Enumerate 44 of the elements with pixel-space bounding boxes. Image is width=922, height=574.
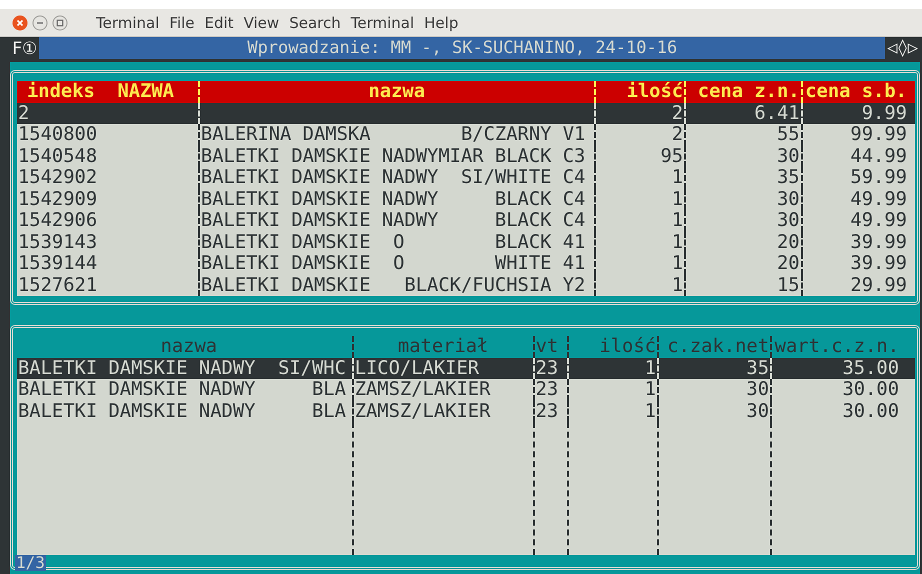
menu-item[interactable]: Search xyxy=(289,14,341,32)
table-row[interactable]: 1540800 BALERINA DAMSKA B/CZARNY V1 2 55 99.99 xyxy=(17,124,915,146)
column-header: indeks NAZWA xyxy=(26,81,175,102)
column-header: nazwa xyxy=(160,336,218,358)
menu-item[interactable]: View xyxy=(244,14,280,32)
table-cell-text: BALETKI DAMSKIE NADWY SI/WHC xyxy=(17,358,347,379)
maximize-icon[interactable] xyxy=(52,14,68,30)
menu-item[interactable]: Edit xyxy=(204,14,234,32)
table-row[interactable]: 1542909 BALETKI DAMSKIE NADWY BLACK C4 1 30 49.99 xyxy=(17,188,915,210)
table-cell: 15 xyxy=(684,274,801,296)
table-row[interactable]: 1542902 BALETKI DAMSKIE NADWY SI/WHITE C4 1 35 59.99 xyxy=(17,167,915,188)
table-cell-text: 1539144 xyxy=(17,253,98,274)
scroll-arrows-label: ◁◊▷ xyxy=(885,37,920,59)
table-cell-text: 1542906 xyxy=(17,210,98,232)
page-indicator: 1/3 xyxy=(15,555,46,571)
table-cell-text: BALETKI DAMSKIE NADWY BLA xyxy=(17,379,347,400)
menu-item[interactable]: Terminal xyxy=(96,14,160,32)
minimize-icon[interactable] xyxy=(32,14,48,30)
table-cell-text: 2 xyxy=(17,102,30,124)
table-row[interactable]: 1539143 BALETKI DAMSKIE O BLACK 41 1 20 39.99 xyxy=(17,232,915,253)
table-cell-text: BALETKI DAMSKIE NADWY BLA xyxy=(17,400,347,422)
function-key-label: F① xyxy=(10,37,40,59)
table-row[interactable]: BALETKI DAMSKIE NADWY BLA ZAMSZ/LAKIER 23 1 30 30.00 xyxy=(17,379,915,400)
table-cell: 29.99 xyxy=(800,274,908,296)
menu-item[interactable]: Terminal xyxy=(350,14,414,32)
table-cell-text: 1542909 xyxy=(17,188,98,210)
table-row[interactable]: 1542906 BALETKI DAMSKIE NADWY BLACK C4 1 30 49.99 xyxy=(17,210,915,232)
table-cell-text: 1540800 xyxy=(17,124,98,146)
table-row[interactable]: 1540548 BALETKI DAMSKIE NADWYMIAR BLACK C3 95 30 44.99 xyxy=(17,146,915,167)
screen-title: Wprowadzanie: MM -, SK-SUCHANINO, 24-10-16 xyxy=(246,38,678,58)
table-cell-text: 1540548 xyxy=(17,146,98,167)
table-row[interactable]: 1539144 BALETKI DAMSKIE O WHITE 41 1 20 39.99 xyxy=(17,253,915,274)
table-row[interactable]: 1527621 BALETKI DAMSKIE BLACK/FUCHSIA Y2 1 15 29.99 xyxy=(17,274,915,296)
table-cell-text: 1542902 xyxy=(17,167,98,188)
close-icon[interactable] xyxy=(12,14,28,30)
table-cell: BALETKI DAMSKIE BLACK/FUCHSIA Y2 xyxy=(198,274,594,296)
menu-item[interactable]: File xyxy=(169,14,195,32)
table-row[interactable]: BALETKI DAMSKIE NADWY SI/WHC LICO/LAKIER 23 1 35 35.00 xyxy=(17,358,915,379)
table-cell-text: 1527621 xyxy=(17,274,98,296)
table-cell-text: 1539143 xyxy=(17,232,98,253)
table-row[interactable]: 2 2 6.41 9.99 xyxy=(17,102,915,124)
menu-item[interactable]: Help xyxy=(424,14,458,32)
table-cell: 1 xyxy=(594,274,684,296)
table-row[interactable]: BALETKI DAMSKIE NADWY BLA ZAMSZ/LAKIER 23 1 30 30.00 xyxy=(17,400,915,422)
